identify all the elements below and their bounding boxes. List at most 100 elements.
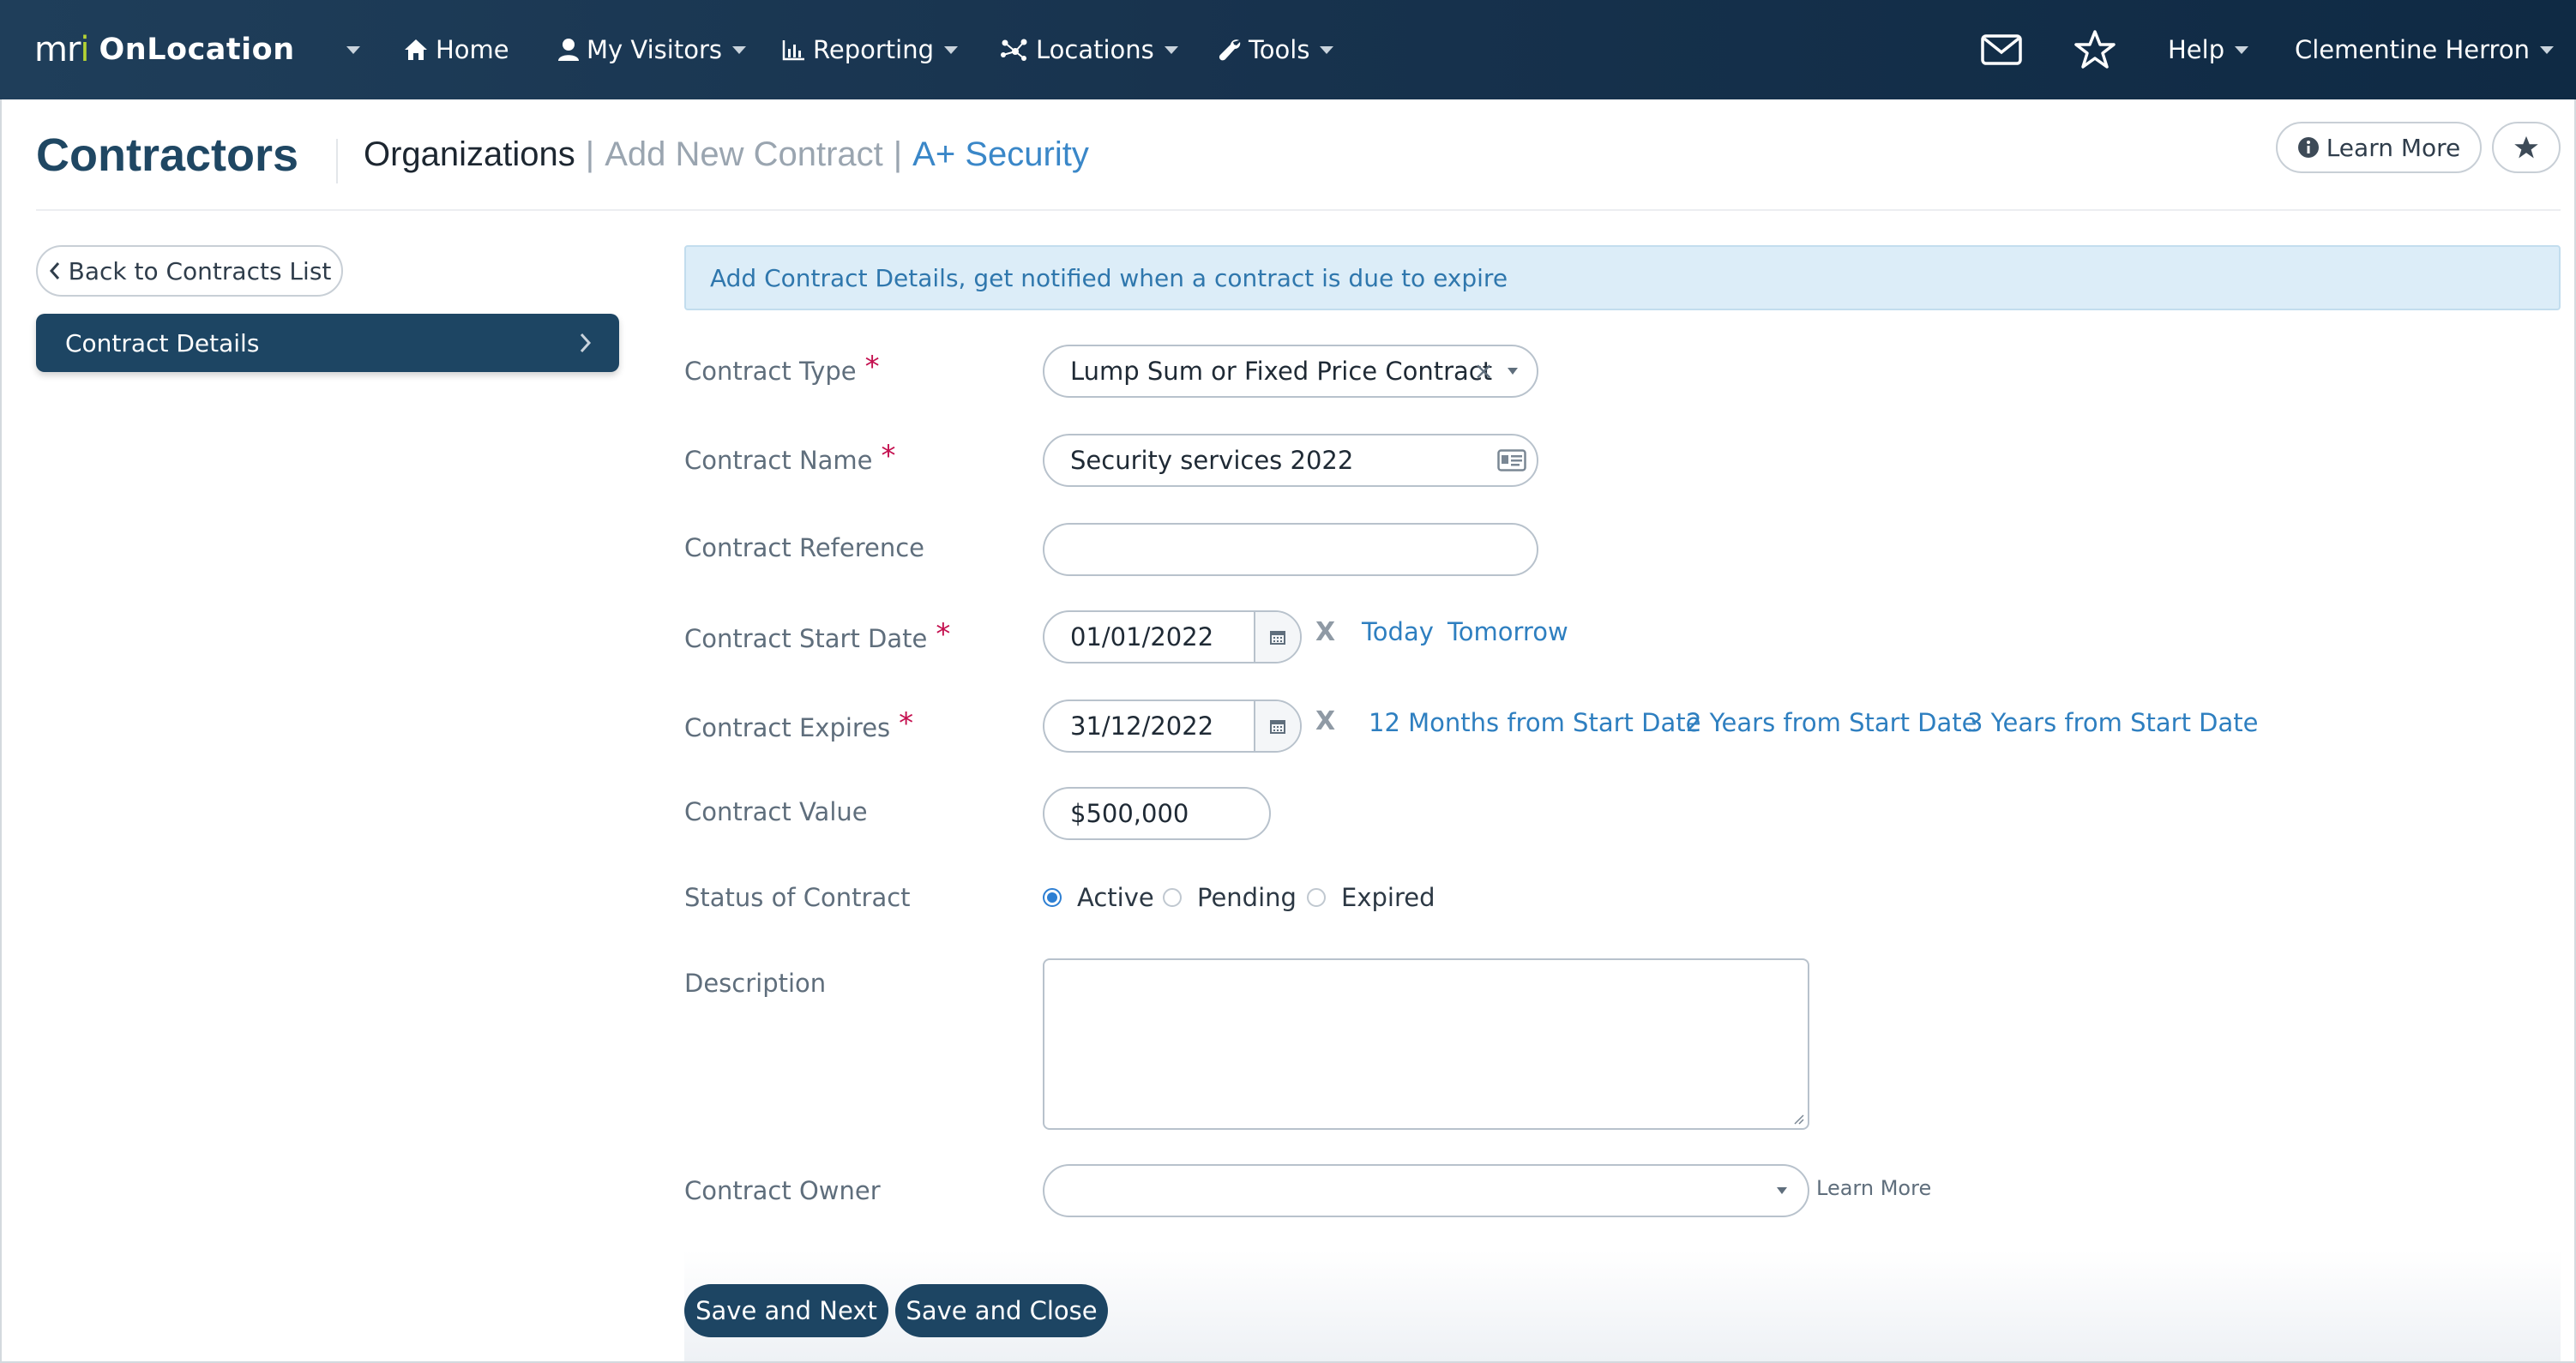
brand-menu-toggle[interactable] (336, 0, 360, 99)
start-date-calendar-button[interactable] (1254, 612, 1300, 662)
start-date-tomorrow-link[interactable]: Tomorrow (1447, 617, 1568, 646)
page-title: Contractors (36, 129, 299, 181)
sidebar-item-label: Contract Details (65, 328, 260, 357)
breadcrumb-separator: | (893, 135, 903, 173)
star-outline-icon (2074, 30, 2116, 69)
header-divider (36, 209, 2561, 211)
status-expired-label[interactable]: Expired (1341, 883, 1435, 912)
title-divider (336, 139, 338, 183)
expires-label-text: Contract Expires (684, 713, 891, 742)
contract-value-input[interactable]: $500,000 (1043, 787, 1271, 840)
back-to-contracts-label: Back to Contracts List (68, 256, 332, 285)
brand-logo[interactable]: mri OnLocation (34, 0, 295, 99)
nav-help[interactable]: Help (2168, 0, 2249, 99)
nav-reporting-label: Reporting (813, 35, 934, 64)
clear-selection-icon[interactable]: × (1474, 357, 1494, 385)
chevron-down-icon (731, 45, 746, 54)
breadcrumb-add-new-contract: Add New Contract (605, 135, 883, 173)
sidebar-item-contract-details[interactable]: Contract Details (36, 314, 619, 372)
envelope-icon (1981, 34, 2022, 65)
start-date-picker[interactable]: 01/01/2022 (1043, 610, 1302, 663)
contract-type-value: Lump Sum or Fixed Price Contract (1070, 357, 1493, 386)
status-active-label[interactable]: Active (1077, 883, 1154, 912)
status-active-radio[interactable] (1043, 888, 1062, 907)
save-and-next-button[interactable]: Save and Next (684, 1284, 888, 1337)
resize-handle-icon[interactable] (1792, 1113, 1804, 1125)
user-menu[interactable]: Clementine Herron (2295, 0, 2554, 99)
brand-name: OnLocation (99, 33, 295, 67)
expires-12-months-link[interactable]: 12 Months from Start Date (1369, 708, 1700, 737)
save-and-close-button[interactable]: Save and Close (895, 1284, 1108, 1337)
learn-more-button[interactable]: Learn More (2276, 122, 2482, 173)
favorites-button[interactable] (2073, 0, 2116, 99)
clear-start-date-button[interactable]: X (1315, 617, 1335, 647)
chevron-down-icon (1320, 45, 1334, 54)
contract-reference-input[interactable] (1043, 523, 1538, 576)
learn-more-label: Learn More (2326, 133, 2461, 162)
chevron-down-icon (1777, 1187, 1787, 1194)
required-marker: * (936, 617, 951, 651)
contract-type-label-text: Contract Type (684, 357, 857, 386)
id-card-icon (1497, 449, 1526, 471)
info-alert: Add Contract Details, get notified when … (684, 245, 2561, 310)
nav-reporting[interactable]: Reporting (782, 0, 958, 99)
nav-locations[interactable]: Locations (1000, 0, 1178, 99)
user-name: Clementine Herron (2295, 35, 2530, 64)
bar-chart-icon (782, 40, 804, 61)
nav-home[interactable]: Home (403, 0, 509, 99)
chevron-right-icon (580, 333, 592, 353)
info-icon (2297, 137, 2319, 158)
favorite-page-button[interactable] (2492, 122, 2561, 173)
expires-date-picker[interactable]: 31/12/2022 (1043, 700, 1302, 753)
contract-owner-learn-more-link[interactable]: Learn More (1816, 1176, 1931, 1200)
app-frame (0, 0, 2576, 1363)
top-navbar: mri OnLocation Home My Visitors Reportin… (0, 0, 2576, 99)
start-date-label: Contract Start Date * (684, 617, 950, 655)
nav-help-label: Help (2168, 35, 2225, 64)
contract-type-select[interactable]: Lump Sum or Fixed Price Contract × (1043, 345, 1538, 398)
breadcrumb-organizations[interactable]: Organizations (364, 135, 575, 173)
expires-calendar-button[interactable] (1254, 701, 1300, 751)
status-pending-radio[interactable] (1163, 888, 1182, 907)
calendar-icon (1270, 631, 1285, 645)
network-icon (1001, 39, 1027, 61)
status-pending-label[interactable]: Pending (1197, 883, 1297, 912)
info-alert-text: Add Contract Details, get notified when … (710, 263, 1508, 292)
description-textarea[interactable] (1043, 958, 1809, 1130)
expires-label: Contract Expires * (684, 706, 913, 744)
expires-3-years-link[interactable]: 3 Years from Start Date (1967, 708, 2258, 737)
clear-expires-date-button[interactable]: X (1315, 706, 1335, 736)
home-icon (405, 39, 427, 60)
contract-name-label: Contract Name * (684, 439, 896, 477)
nav-tools-label: Tools (1249, 35, 1310, 64)
breadcrumb-organization-name[interactable]: A+ Security (912, 135, 1089, 173)
contract-owner-label: Contract Owner (684, 1176, 881, 1205)
start-date-label-text: Contract Start Date (684, 624, 928, 653)
contract-name-input[interactable]: Security services 2022 (1043, 434, 1538, 487)
user-icon (558, 39, 579, 61)
start-date-today-link[interactable]: Today (1362, 617, 1434, 646)
expires-date-input[interactable]: 31/12/2022 (1070, 701, 1213, 751)
status-expired-radio[interactable] (1307, 888, 1326, 907)
chevron-down-icon (2235, 45, 2249, 54)
chevron-down-icon (1164, 45, 1178, 54)
chevron-down-icon (2539, 45, 2554, 54)
expires-2-years-link[interactable]: 2 Years from Start Date (1686, 708, 1977, 737)
status-label: Status of Contract (684, 883, 911, 912)
contract-name-value: Security services 2022 (1070, 446, 1354, 475)
nav-tools[interactable]: Tools (1218, 0, 1334, 99)
nav-home-label: Home (436, 35, 509, 64)
messages-button[interactable] (1981, 0, 2022, 99)
nav-my-visitors[interactable]: My Visitors (557, 0, 746, 99)
back-to-contracts-button[interactable]: Back to Contracts List (36, 245, 343, 297)
description-label: Description (684, 969, 827, 998)
required-marker: * (864, 350, 880, 384)
start-date-input[interactable]: 01/01/2022 (1070, 612, 1213, 662)
breadcrumb: Organizations | Add New Contract | A+ Securi… (364, 135, 1089, 174)
contract-owner-select[interactable] (1043, 1164, 1809, 1217)
nav-locations-label: Locations (1036, 35, 1154, 64)
mri-logo: mri (34, 30, 90, 69)
required-marker: * (881, 439, 896, 473)
required-marker: * (899, 706, 914, 741)
chevron-down-icon (1508, 368, 1518, 375)
